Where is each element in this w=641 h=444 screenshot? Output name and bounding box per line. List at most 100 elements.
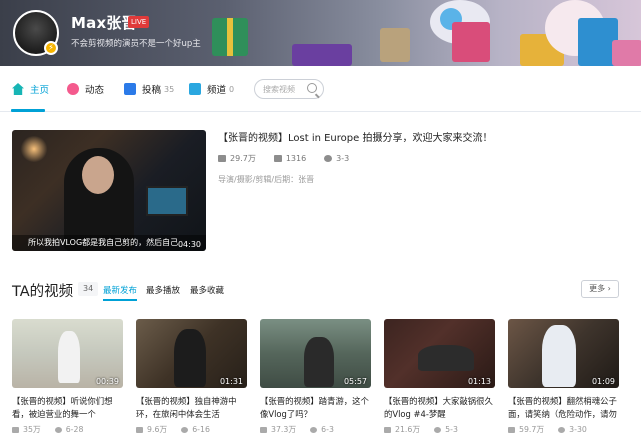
- video-title[interactable]: 【张晋的视频】听说你们想看，被迫营业的舞一个: [12, 395, 123, 421]
- home-icon: [12, 83, 24, 95]
- video-views: 37.3万: [271, 425, 297, 434]
- tab-home[interactable]: 主页: [12, 81, 49, 97]
- more-button[interactable]: 更多 ›: [581, 280, 619, 298]
- clock-icon: [434, 426, 442, 433]
- video-meta: 37.3万 6-3: [260, 424, 371, 435]
- featured-views: 29.7万: [230, 154, 256, 163]
- search-icon[interactable]: [307, 83, 317, 93]
- channels-icon: [189, 83, 201, 95]
- profile-banner: ⚡ Max张晋 LIVE 不会剪视频的演员不是一个好up主: [0, 0, 641, 66]
- thumbnail-figure: [174, 329, 206, 387]
- featured-date: 3-3: [336, 154, 350, 163]
- play-count-icon: [218, 155, 226, 162]
- video-date: 6-16: [192, 425, 210, 434]
- sort-active-underline: [103, 299, 137, 301]
- thumbnail-monitor-figure: [146, 186, 188, 216]
- tab-dynamics-label: 动态: [85, 85, 105, 96]
- video-duration: 01:31: [219, 377, 243, 386]
- featured-video-meta: 29.7万 1316 3-3: [218, 153, 367, 164]
- video-meta: 59.7万 3-30: [508, 424, 619, 435]
- banner-gift-decoration: [380, 28, 410, 62]
- sort-latest[interactable]: 最新发布: [103, 284, 137, 296]
- video-thumbnail[interactable]: 00:39: [12, 319, 123, 388]
- section-count-badge: 34: [78, 282, 99, 296]
- video-card[interactable]: 01:09 【张晋的视频】翻然梢魂公子面，请笑纳（危险动作，请勿 59.7万 3…: [508, 319, 619, 435]
- featured-video-title[interactable]: 【张晋的视频】Lost in Europe 拍摄分享，欢迎大家来交流！: [218, 129, 492, 144]
- verified-lightning-icon: ⚡: [44, 41, 58, 55]
- video-views: 59.7万: [519, 425, 545, 434]
- video-meta: 9.6万 6-16: [136, 424, 247, 435]
- video-list: 00:39 【张晋的视频】听说你们想看，被迫营业的舞一个 35万 6-28 01…: [0, 319, 641, 444]
- video-card[interactable]: 05:57 【张晋的视频】踏青游，这个像Vlog了吗？ 37.3万 6-3: [260, 319, 371, 435]
- video-title[interactable]: 【张晋的视频】独自神游中环，在旅闲中体会生活: [136, 395, 247, 421]
- image-icon: [273, 155, 282, 162]
- video-card[interactable]: 01:31 【张晋的视频】独自神游中环，在旅闲中体会生活 9.6万 6-16: [136, 319, 247, 435]
- sort-most-played[interactable]: 最多播放: [146, 284, 180, 296]
- tab-home-label: 主页: [30, 85, 50, 96]
- tab-channels-label: 频道: [207, 85, 227, 96]
- search-input[interactable]: 搜索视频: [254, 79, 324, 99]
- video-date: 6-3: [321, 425, 334, 434]
- video-views: 35万: [23, 425, 41, 434]
- clock-icon: [324, 155, 333, 162]
- main-content: 所以我拍VLOG都是我自己剪的，然后自己 04:30 【张晋的视频】Lost i…: [0, 112, 641, 444]
- video-title[interactable]: 【张晋的视频】踏青游，这个像Vlog了吗？: [260, 395, 371, 421]
- thumbnail-figure: [418, 345, 474, 371]
- video-date: 6-28: [65, 425, 84, 434]
- search-placeholder: 搜索视频: [263, 85, 295, 94]
- tab-channels-count: 0: [229, 84, 235, 94]
- live-badge[interactable]: LIVE: [128, 16, 150, 28]
- clock-icon: [54, 426, 62, 433]
- clock-icon: [558, 426, 566, 433]
- tab-posts-count: 35: [164, 84, 175, 94]
- video-thumbnail[interactable]: 01:31: [136, 319, 247, 388]
- user-signature: 不会剪视频的演员不是一个好up主: [71, 39, 201, 49]
- video-views: 9.6万: [147, 425, 168, 434]
- video-title[interactable]: 【张晋的视频】翻然梢魂公子面，请笑纳（危险动作，请勿: [508, 395, 619, 421]
- thumbnail-lamp-decoration: [20, 136, 48, 162]
- video-date: 5-3: [445, 425, 458, 434]
- play-count-icon: [384, 426, 391, 433]
- profile-nav: 主页 动态 投稿 35 频道 0 搜索视频: [0, 66, 641, 112]
- video-duration: 05:57: [343, 377, 367, 386]
- thumbnail-figure: [304, 337, 334, 387]
- featured-images: 1316: [285, 154, 307, 163]
- video-card[interactable]: 00:39 【张晋的视频】听说你们想看，被迫营业的舞一个 35万 6-28: [12, 319, 123, 435]
- video-title[interactable]: 【张晋的视频】大家敲锅很久的Vlog #4-梦醒: [384, 395, 495, 421]
- banner-gift-decoration: [452, 22, 490, 62]
- tab-dynamics[interactable]: 动态: [67, 81, 104, 97]
- tab-posts[interactable]: 投稿 35: [124, 81, 174, 97]
- banner-gift-decoration: [212, 18, 248, 56]
- dynamics-icon: [67, 83, 79, 95]
- thumbnail-person-face: [82, 156, 114, 194]
- featured-credit: 导演/摄影/剪辑/后期：张晋: [218, 175, 315, 184]
- featured-subtitle: 所以我拍VLOG都是我自己剪的，然后自己: [12, 235, 206, 251]
- video-card[interactable]: 01:13 【张晋的视频】大家敲锅很久的Vlog #4-梦醒 21.6万 5-3: [384, 319, 495, 435]
- banner-gift-decoration: [292, 44, 352, 66]
- play-count-icon: [508, 426, 515, 433]
- video-thumbnail[interactable]: 05:57: [260, 319, 371, 388]
- video-views: 21.6万: [395, 425, 421, 434]
- sort-most-favorited[interactable]: 最多收藏: [190, 284, 224, 296]
- video-meta: 35万 6-28: [12, 424, 123, 435]
- featured-video-thumbnail[interactable]: 所以我拍VLOG都是我自己剪的，然后自己 04:30: [12, 130, 206, 251]
- video-duration: 01:13: [467, 377, 491, 386]
- page: ⚡ Max张晋 LIVE 不会剪视频的演员不是一个好up主 主页 动态 投稿 3…: [0, 0, 641, 444]
- play-count-icon: [136, 426, 143, 433]
- banner-gift-decoration: [612, 40, 641, 66]
- thumbnail-figure: [542, 325, 576, 387]
- chevron-right-icon: ›: [607, 284, 611, 293]
- play-count-icon: [260, 426, 267, 433]
- tab-posts-label: 投稿: [142, 85, 162, 96]
- video-duration: 01:09: [591, 377, 615, 386]
- username[interactable]: Max张晋: [71, 12, 137, 33]
- section-title: TA的视频: [12, 284, 74, 300]
- play-count-icon: [12, 426, 19, 433]
- video-thumbnail[interactable]: 01:13: [384, 319, 495, 388]
- featured-duration: 04:30: [177, 240, 201, 249]
- posts-icon: [124, 83, 136, 95]
- video-thumbnail[interactable]: 01:09: [508, 319, 619, 388]
- more-label: 更多: [589, 284, 606, 293]
- tab-channels[interactable]: 频道 0: [189, 81, 234, 97]
- video-date: 3-30: [569, 425, 587, 434]
